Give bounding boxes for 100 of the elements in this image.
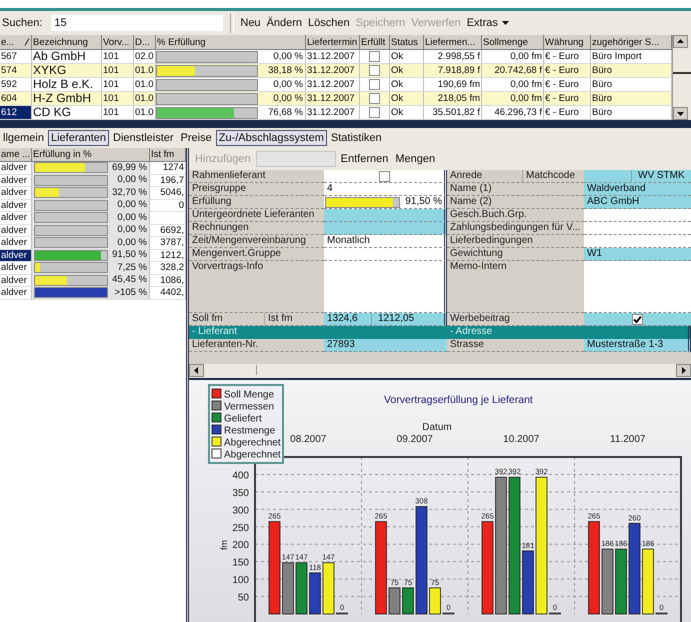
property-value[interactable]: Musterstraße 1-3	[584, 339, 691, 352]
checkbox[interactable]	[369, 65, 380, 76]
property-value[interactable]: Waldverband	[584, 183, 691, 196]
column-header[interactable]: Sollmenge	[482, 35, 544, 50]
table-cell-text: 38,18 %	[267, 64, 304, 77]
table-cell[interactable]: aldver	[0, 250, 32, 262]
tick-label: 200	[232, 540, 249, 552]
legend-label: Abgerechnet	[224, 450, 281, 460]
toolbar-button[interactable]: Ändern	[264, 17, 304, 29]
property-value[interactable]: Monatlich	[324, 235, 447, 248]
menu-button[interactable]: Extras	[464, 17, 511, 29]
table-row[interactable]: 574 XYKG 101 01.0 38,18 % 31.12.2007 Ok 7.918,89 f 20.742,68 f € - Euro Büro	[0, 64, 672, 78]
property-label: Ist fm	[267, 313, 292, 325]
table-row[interactable]: 567 Ab GmbH 101 02.0 0,00 % 31.12.2007 Ok 2.998,55 f 0,00 fm € - Euro Büro Import	[0, 50, 672, 64]
arrow-left-icon	[193, 367, 200, 374]
table-row[interactable]: 612 CD KG 101 01.0 76,68 % 31.12.2007 Ok 35.501,82 f 46.296,73 f € - Euro Büro	[0, 106, 672, 120]
toolbar-button[interactable]: Mengen	[393, 153, 438, 165]
column-header[interactable]: Erfüllung in %	[32, 148, 150, 162]
property-value[interactable]	[324, 261, 447, 313]
value-cell[interactable]	[584, 313, 691, 326]
column-header[interactable]: ame ...	[0, 148, 32, 162]
property-value[interactable]: 4	[324, 183, 447, 196]
property-value[interactable]: ABC GmbH	[584, 196, 691, 209]
column-header[interactable]: Liefertermin	[306, 35, 360, 50]
tab[interactable]: Lieferanten	[48, 130, 110, 146]
property-value[interactable]	[324, 222, 447, 235]
property-label: Memo-Intern	[447, 261, 584, 313]
property-value[interactable]	[584, 209, 691, 222]
column-header[interactable]: zugehöriger S...	[591, 35, 672, 50]
property-value: WV STMK	[637, 170, 685, 182]
checkbox[interactable]	[369, 51, 380, 62]
property-value[interactable]	[584, 235, 691, 248]
property-value[interactable]: W1	[584, 248, 691, 261]
toolbar-button[interactable]: Entfernen	[338, 153, 390, 165]
checkbox[interactable]	[632, 314, 643, 324]
column-header[interactable]: Status	[390, 35, 424, 50]
scrollbar[interactable]	[672, 35, 691, 120]
table-row[interactable]: aldver 7,25 % 328,2	[0, 262, 186, 274]
property-value[interactable]	[324, 248, 447, 261]
property-label: Erfüllung	[189, 196, 324, 209]
table-row[interactable]: 604 H-Z GmbH 101 01.0 0,00 % 31.12.2007 Ok 218,05 fm 0,00 fm € - Euro Büro	[0, 92, 672, 106]
column-header[interactable]: Währung	[544, 35, 591, 50]
checkbox[interactable]	[369, 93, 380, 104]
axis-label: 11.2007	[610, 434, 646, 445]
property-label: Zahlungsbedingungen für V...	[447, 222, 584, 235]
tick-label: 300	[232, 505, 249, 516]
arrow-down-icon	[677, 110, 684, 117]
table-cell: 612	[0, 106, 32, 120]
tab[interactable]: Preise	[178, 130, 215, 146]
column-header[interactable]: Liefermen...	[424, 35, 482, 50]
chart-title: Vorvertragserfüllung je Lieferant	[384, 394, 533, 406]
legend-swatch	[212, 448, 222, 458]
column-header[interactable]: % Erfüllung	[156, 35, 306, 50]
toolbar-button[interactable]: Löschen	[306, 17, 352, 29]
property-label: Rechnungen	[189, 222, 324, 235]
bar	[402, 587, 414, 614]
tab[interactable]: llgemein	[0, 130, 47, 146]
scrollbar[interactable]	[189, 364, 691, 380]
section-header[interactable]: - Lieferant	[189, 326, 447, 339]
column-header[interactable]: D...	[134, 35, 156, 50]
tab[interactable]: Dienstleister	[110, 130, 177, 146]
table-row[interactable]: aldver 32,70 % 5046,	[0, 187, 186, 200]
arrow-right-icon	[680, 367, 687, 374]
table-row[interactable]: aldver 69,99 % 1274	[0, 162, 186, 174]
table-cell-text: 0,00 %	[116, 224, 148, 236]
search-field[interactable]: 15	[50, 14, 224, 32]
value-cell[interactable]: 91,50 %	[324, 196, 447, 209]
axis-label: 08.2007	[290, 434, 326, 445]
table-cell-text: 0,00 %	[272, 78, 304, 91]
table-row[interactable]: aldver 91,50 % 1212,	[0, 250, 186, 262]
tick-label: 400	[232, 470, 249, 482]
axis-label: 10.2007	[503, 434, 540, 445]
column-header[interactable]: Erfüllt	[360, 35, 390, 50]
value-cell[interactable]	[324, 170, 447, 183]
checkbox[interactable]	[369, 79, 380, 90]
table-cell-text: 32,70 %	[111, 187, 148, 199]
sort-icon	[24, 38, 30, 46]
table-cell-text: 0,00 %	[116, 212, 148, 224]
tab[interactable]: Statistiken	[328, 130, 385, 146]
section-header[interactable]: - Adresse	[447, 326, 691, 339]
checkbox[interactable]	[378, 170, 390, 182]
property-label: Soll fm	[189, 313, 265, 325]
checkbox[interactable]	[369, 107, 380, 118]
table-cell-text: 76,68 %	[267, 106, 304, 119]
toolbar-button[interactable]: Neu	[238, 17, 263, 29]
tick-label: 100	[232, 575, 249, 586]
property-value[interactable]	[324, 209, 447, 222]
property-label: Gewichtung	[447, 248, 584, 261]
table-row[interactable]: aldver 45,45 % 1086,	[0, 274, 186, 287]
property-value[interactable]	[584, 222, 691, 235]
column-header[interactable]: Ist fm	[150, 148, 186, 162]
column-header[interactable]: e...	[0, 35, 32, 50]
column-header[interactable]: Bezeichnung	[32, 35, 102, 50]
value-cell[interactable]: 1324,6 1212,05	[324, 313, 447, 326]
tab[interactable]: Zu-/Abschlagssystem	[216, 130, 327, 146]
property-value[interactable]: 27893	[324, 339, 447, 352]
column-header[interactable]: Vorv...	[102, 35, 134, 50]
table-row[interactable]: aldver >105 % 4402,	[0, 287, 186, 300]
value-cell[interactable]: WV STMK	[584, 170, 691, 183]
table-row[interactable]: 592 Holz B e.K. 101 01.0 0,00 % 31.12.2007 Ok 190,69 fm 0,00 fm € - Euro Büro	[0, 78, 672, 92]
